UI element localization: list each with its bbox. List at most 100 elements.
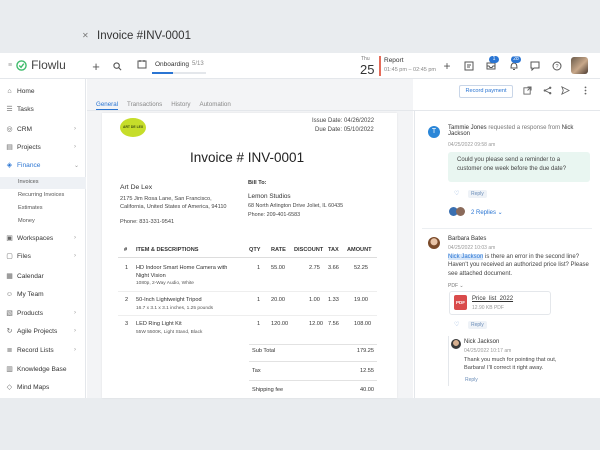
row-item: LED Ring Light Kit (136, 321, 182, 327)
calendar-date[interactable]: 25 (360, 62, 374, 77)
sidebar-item-agile-projects[interactable]: ↻ Agile Projects › (0, 324, 86, 338)
attachment-name[interactable]: Price_list_2022 (472, 296, 513, 302)
chevron-right-icon[interactable]: › (74, 310, 76, 316)
comment-time: 04/25/2022 10:03 am (448, 245, 496, 251)
chevron-right-icon[interactable]: › (74, 253, 76, 259)
comment-text: Thank you much for pointing that out, Ba… (464, 357, 557, 371)
sidebar-item-home[interactable]: ⌂ Home (0, 84, 86, 98)
chevron-down-icon[interactable]: ⌄ (74, 162, 79, 169)
sidebar-item-calendar[interactable]: ▦ Calendar (0, 269, 86, 283)
add-icon[interactable]: + (89, 59, 103, 74)
comment-divider (422, 228, 592, 229)
tab-history[interactable]: History (171, 101, 190, 108)
products-icon: ▧ (6, 309, 13, 317)
reply-button[interactable]: Reply (468, 190, 487, 198)
event-title[interactable]: Report (384, 57, 404, 64)
add-event-icon[interactable]: + (440, 59, 454, 73)
avatar[interactable] (428, 237, 440, 249)
notification-badge: 28 (511, 56, 521, 63)
due-date-label: Due Date: (315, 127, 343, 133)
workspaces-icon: ▣ (6, 234, 13, 242)
issue-date: Issue Date: 04/26/2022 (312, 118, 374, 124)
onboarding-count: 5/13 (191, 61, 204, 67)
sidebar-subitem-estimates[interactable]: Estimates (0, 203, 86, 215)
send-icon[interactable] (561, 86, 570, 95)
finance-icon: ◈ (6, 161, 13, 169)
sidebar: ⌂ Home ☰ Tasks ◎ CRM › ▤ Projects › ◈ Finance ⌄ ▣ Work… (0, 79, 86, 398)
tab-transactions[interactable]: Transactions (127, 101, 162, 108)
open-external-icon[interactable] (523, 86, 532, 95)
comment-time: 04/25/2022 10:17 am (464, 348, 512, 354)
comment-header: Tammie Jones requested a response from N… (448, 125, 590, 137)
sidebar-item-my-team[interactable]: ☺ My Team (0, 287, 86, 301)
chevron-right-icon[interactable]: › (74, 328, 76, 334)
sidebar-subitem-recurring-invoices[interactable]: Recurring Invoices (0, 190, 86, 202)
share-icon[interactable] (543, 86, 552, 95)
invoice-heading: Invoice # INV-0001 (190, 150, 305, 165)
sidebar-item-label: Home (17, 87, 35, 95)
more-icon[interactable] (581, 86, 590, 95)
chevron-right-icon[interactable]: › (74, 144, 76, 150)
sidebar-item-crm[interactable]: ◎ CRM › (0, 122, 86, 136)
like-icon[interactable]: ♡ (454, 190, 459, 197)
row-item: HD Indoor Smart Home Camera with Night V… (136, 265, 228, 279)
avatar[interactable]: T (428, 126, 440, 138)
tasks-icon: ☰ (6, 105, 13, 113)
sidebar-item-tasks[interactable]: ☰ Tasks (0, 102, 86, 116)
sidebar-item-knowledge-base[interactable]: ▥ Knowledge Base (0, 362, 86, 376)
sidebar-item-finance[interactable]: ◈ Finance ⌄ (0, 158, 86, 172)
sidebar-item-products[interactable]: ▧ Products › (0, 306, 86, 320)
page-title: Invoice #INV-0001 (97, 30, 191, 42)
app-logo[interactable]: ≡ Flowlu (8, 58, 66, 72)
sidebar-item-workspaces[interactable]: ▣ Workspaces › (0, 231, 86, 245)
row-item: 50-Inch Lightweight Tripod (136, 297, 202, 303)
chevron-right-icon[interactable]: › (74, 126, 76, 132)
row-discount: 12.00 (309, 321, 323, 327)
like-icon[interactable]: ♡ (454, 321, 459, 328)
menu-collapse-icon[interactable]: ≡ (8, 62, 12, 69)
reply-button[interactable]: Reply (468, 321, 487, 329)
row-discount: 1.00 (309, 297, 320, 303)
close-icon[interactable]: ✕ (82, 31, 89, 40)
tab-bar: General Transactions History Automation (96, 101, 231, 108)
sidebar-subitem-money[interactable]: Money (0, 216, 86, 228)
reply-button[interactable]: Reply (462, 376, 481, 384)
comment-author[interactable]: Nick Jackson (464, 339, 499, 345)
chevron-right-icon[interactable]: › (74, 235, 76, 241)
replies-link[interactable]: 2 Replies ⌄ (471, 209, 503, 216)
sidebar-item-label: Calendar (17, 272, 44, 280)
avatar[interactable] (451, 339, 461, 349)
search-icon[interactable] (110, 59, 124, 73)
row-discount: 2.75 (309, 265, 320, 271)
onboarding-widget[interactable]: Onboarding 5/13 (137, 59, 204, 69)
chat-icon[interactable] (528, 59, 542, 73)
subtotal-label: Sub Total (252, 348, 276, 354)
chevron-right-icon[interactable]: › (74, 347, 76, 353)
company-logo-text: ART DE LEX (123, 125, 144, 129)
sidebar-item-mind-maps[interactable]: ◇ Mind Maps (0, 380, 86, 394)
comment-action: requested a response from (488, 125, 561, 131)
notes-icon[interactable] (462, 59, 476, 73)
sidebar-subitem-label: Money (18, 218, 35, 224)
sidebar-item-projects[interactable]: ▤ Projects › (0, 140, 86, 154)
sidebar-item-record-lists[interactable]: ≣ Record Lists › (0, 343, 86, 357)
tab-automation[interactable]: Automation (199, 101, 230, 108)
record-lists-icon: ≣ (6, 346, 13, 354)
row-number: 1 (125, 265, 129, 271)
agile-icon: ↻ (6, 327, 13, 335)
user-avatar[interactable] (571, 57, 588, 74)
col-amount: AMOUNT (347, 247, 372, 253)
totals-divider (249, 380, 377, 381)
record-payment-button[interactable]: Record payment (459, 85, 513, 98)
attachment-type: PDF ⌄ (448, 283, 464, 289)
totals-divider (249, 361, 377, 362)
tab-general[interactable]: General (96, 101, 118, 108)
mention-tag[interactable]: Nick Jackson (448, 254, 484, 260)
sidebar-subitem-invoices[interactable]: Invoices (0, 177, 86, 189)
sidebar-item-files[interactable]: ▢ Files › (0, 249, 86, 263)
help-icon[interactable]: ? (550, 59, 564, 73)
sidebar-item-label: Record Lists (17, 346, 54, 354)
sidebar-item-label: Finance (17, 161, 41, 169)
col-item: ITEM & DESCRIPTIONS (136, 247, 199, 253)
comment-author[interactable]: Barbara Bates (448, 236, 486, 242)
